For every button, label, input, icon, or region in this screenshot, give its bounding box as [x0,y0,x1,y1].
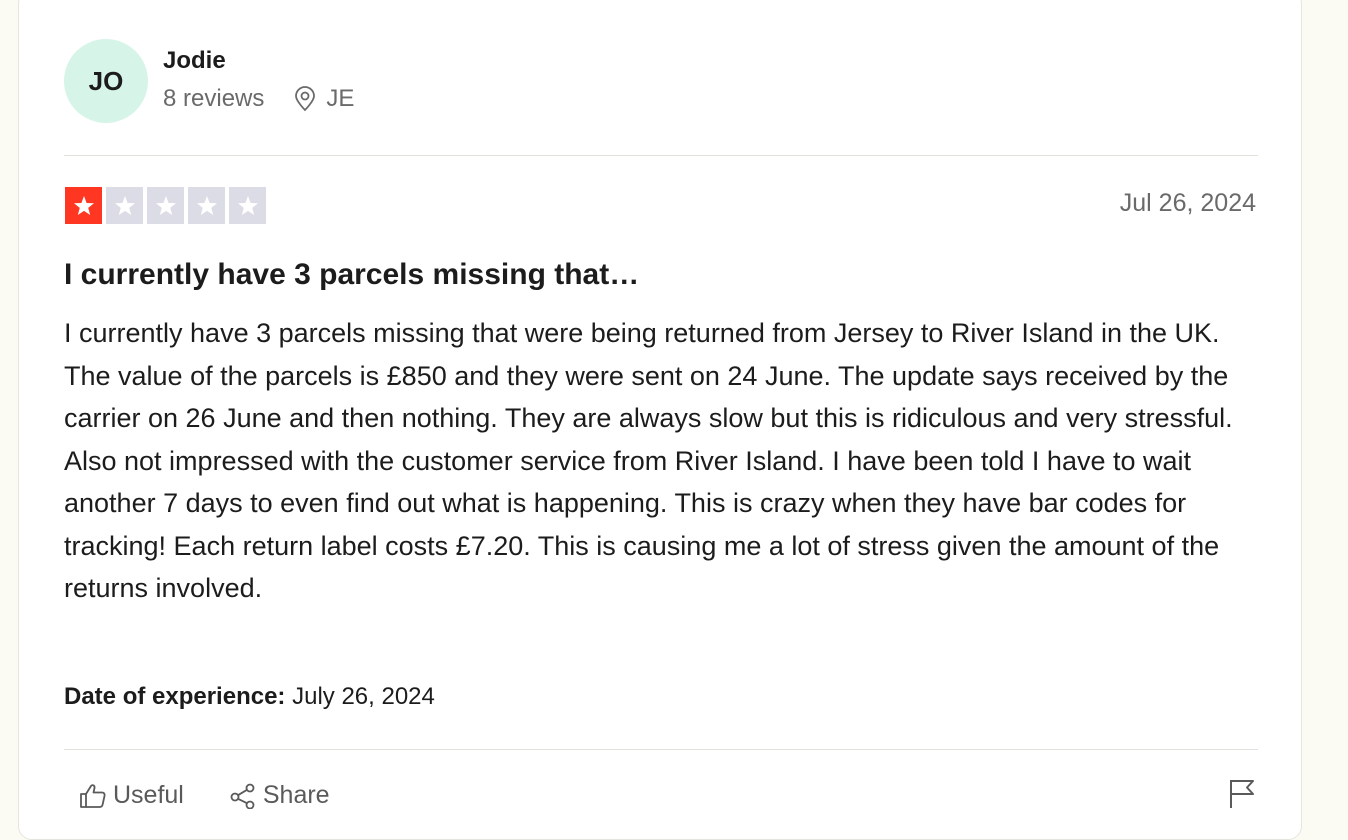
star-empty-icon [188,187,225,224]
reviewer-name[interactable]: Jodie [163,46,354,76]
share-button[interactable]: Share [229,781,330,810]
star-filled-icon [65,187,102,224]
reviewer-meta: 8 reviews JE [163,85,354,113]
location-code: JE [326,84,355,112]
experience-date: July 26, 2024 [292,683,435,710]
review-date: Jul 26, 2024 [1119,189,1256,217]
reviewer-header: JO Jodie 8 reviews JE [64,39,354,123]
thumbs-up-icon [80,783,106,808]
review-card: JO Jodie 8 reviews JE Jul 26, 2024 I cur… [18,0,1302,840]
star-empty-icon [106,187,143,224]
useful-button[interactable]: Useful [79,781,184,810]
report-flag-button[interactable] [1227,777,1257,814]
star-empty-icon [229,187,266,224]
header-divider [64,155,1258,156]
star-empty-icon [147,187,184,224]
useful-label: Useful [113,781,184,809]
date-of-experience: Date of experience: July 26, 2024 [64,683,435,711]
review-title[interactable]: I currently have 3 parcels missing that… [64,257,639,293]
reviewer-info: Jodie 8 reviews JE [163,46,354,113]
star-rating [65,187,270,224]
experience-label: Date of experience: [64,683,286,710]
review-actions: Useful Share [79,781,375,810]
reviewer-location: JE [294,85,354,113]
location-pin-icon [295,85,316,111]
avatar[interactable]: JO [64,39,148,123]
share-label: Share [262,781,330,809]
footer-divider [64,749,1258,750]
reviews-count: 8 reviews [163,84,265,112]
review-body: I currently have 3 parcels missing that … [64,318,1233,603]
flag-icon [1230,780,1254,808]
share-icon [230,783,255,809]
